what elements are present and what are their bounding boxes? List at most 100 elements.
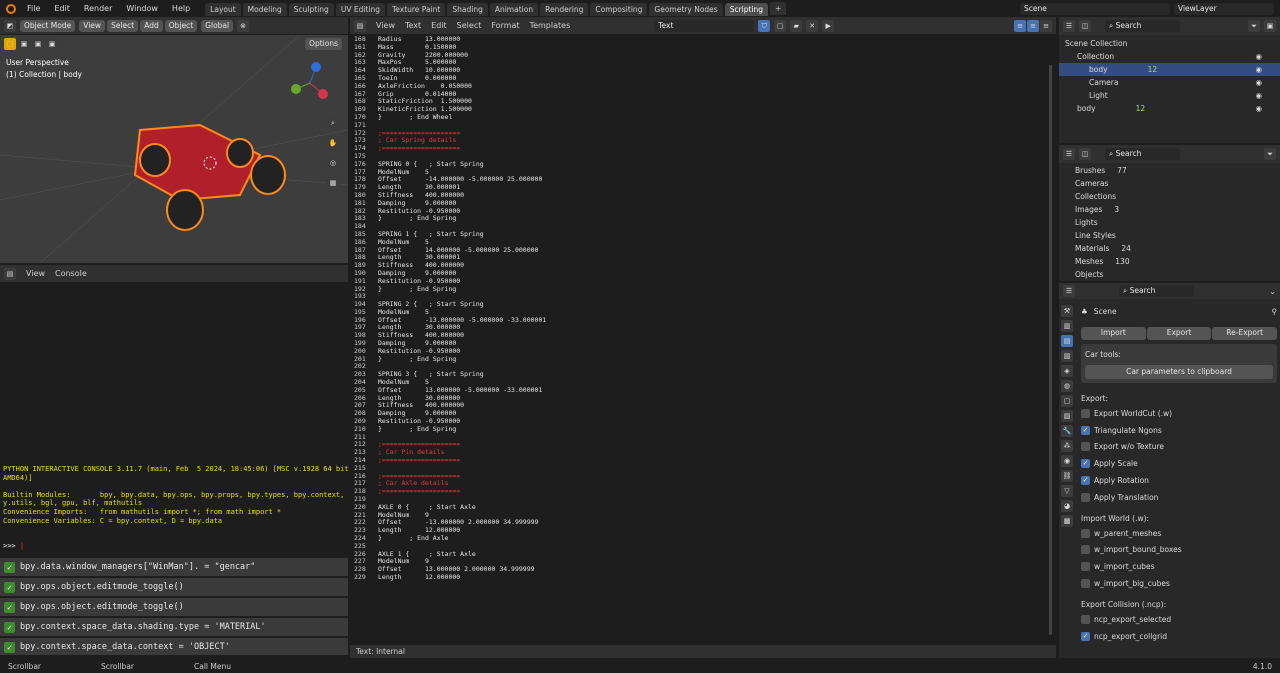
blend-display-mode-icon[interactable]: ◫ xyxy=(1079,148,1091,160)
syntax-highlight-icon[interactable]: ≡ xyxy=(1040,19,1052,32)
blend-search[interactable]: ⌕ Search xyxy=(1105,148,1180,160)
view-layer-tab-icon[interactable]: ▧ xyxy=(1061,350,1073,362)
checkbox[interactable] xyxy=(1081,528,1090,538)
text-menu-templates[interactable]: Templates xyxy=(530,21,571,30)
option-row[interactable]: w_import_big_cubes xyxy=(1081,575,1277,592)
transform-orientation[interactable]: Global xyxy=(201,19,234,32)
collection-tab-icon[interactable]: ▢ xyxy=(1061,395,1073,407)
particles-tab-icon[interactable]: ⁂ xyxy=(1061,440,1073,452)
tab-animation[interactable]: Animation xyxy=(489,3,539,16)
history-item[interactable]: ✓ bpy.ops.object.editmode_toggle() xyxy=(0,598,348,616)
tool-tab-icon[interactable]: ⚒ xyxy=(1061,305,1073,317)
outliner-type-icon[interactable]: ☰ xyxy=(1063,20,1075,32)
checkbox[interactable] xyxy=(1081,442,1090,452)
tab-sculpting[interactable]: Sculpting xyxy=(288,3,334,16)
text-menu-format[interactable]: Format xyxy=(491,21,519,30)
outliner-search[interactable]: ⌕ Search xyxy=(1105,20,1180,32)
outliner-item[interactable]: Collection ◉ xyxy=(1059,50,1280,63)
pan-hand-icon[interactable]: ✋ xyxy=(325,135,341,151)
camera-view-icon[interactable]: ◎ xyxy=(325,155,341,171)
text-menu-edit[interactable]: Edit xyxy=(431,21,447,30)
option-row[interactable]: ncp_export_selected xyxy=(1081,611,1277,628)
checkbox[interactable]: ✓ xyxy=(1081,631,1090,641)
console-prompt[interactable]: >>> | xyxy=(3,542,24,550)
blend-view-type-icon[interactable]: ☰ xyxy=(1063,148,1075,160)
text-datablock-name[interactable]: Text xyxy=(654,19,755,32)
checkbox[interactable] xyxy=(1081,408,1090,418)
fake-user-icon[interactable]: ⛉ xyxy=(758,19,771,32)
run-script-icon[interactable]: ▶ xyxy=(822,19,835,32)
blend-data-item[interactable]: Objects xyxy=(1059,268,1280,281)
viewport-menu-object[interactable]: Object xyxy=(164,19,198,32)
blend-data-item[interactable]: Cameras xyxy=(1059,177,1280,190)
checkbox[interactable] xyxy=(1081,545,1090,555)
history-item[interactable]: ✓ bpy.context.space_data.context = 'OBJEC… xyxy=(0,638,348,655)
outliner-item[interactable]: Camera ◉ xyxy=(1059,76,1280,89)
car-parameters-button[interactable]: Car parameters to clipboard xyxy=(1085,365,1273,379)
checkbox[interactable]: ✓ xyxy=(1081,459,1090,469)
expand-chevron-icon[interactable]: ⌄ xyxy=(1269,287,1276,296)
menu-help[interactable]: Help xyxy=(165,4,197,13)
scene-selector[interactable]: Scene xyxy=(1020,2,1170,15)
modifier-tab-icon[interactable]: 🔧 xyxy=(1061,425,1073,437)
blend-filter-icon[interactable]: ⏷ xyxy=(1264,148,1276,160)
view-layer-selector[interactable]: ViewLayer xyxy=(1174,2,1274,15)
blend-data-item[interactable]: Collections xyxy=(1059,190,1280,203)
unlink-text-icon[interactable]: ✕ xyxy=(806,19,819,32)
world-tab-icon[interactable]: ◍ xyxy=(1061,380,1073,392)
display-mode-icon[interactable]: ◫ xyxy=(1079,20,1091,32)
checkbox[interactable] xyxy=(1081,614,1090,624)
checkbox[interactable] xyxy=(1081,579,1090,589)
mode-selector[interactable]: Object Mode xyxy=(20,19,76,32)
viewport-menu-select[interactable]: Select xyxy=(107,19,139,32)
blend-data-item[interactable]: Brushes 77 xyxy=(1059,164,1280,177)
history-item[interactable]: ✓ bpy.data.window_managers["WinMan"]. = "… xyxy=(0,558,348,576)
new-text-icon[interactable]: ▢ xyxy=(774,19,787,32)
viewport-menu-view[interactable]: View xyxy=(79,19,106,32)
data-tab-icon[interactable]: ▽ xyxy=(1061,485,1073,497)
blender-logo-icon[interactable] xyxy=(6,3,16,14)
option-row[interactable]: ✓ Triangulate Ngons xyxy=(1081,422,1277,439)
navigation-gizmo[interactable] xyxy=(291,62,328,99)
outliner-item[interactable]: Light ◉ xyxy=(1059,89,1280,102)
zoom-icon[interactable]: ⌕ xyxy=(325,115,341,131)
add-workspace-button[interactable]: + xyxy=(770,2,787,15)
option-row[interactable]: ✓ Apply Scale xyxy=(1081,455,1277,472)
console-menu-view[interactable]: View xyxy=(26,269,45,278)
texture-tab-icon[interactable]: ▩ xyxy=(1061,515,1073,527)
text-editor[interactable]: 168 Radius 13.000000 161 Mass 0.150000 162 Gr… xyxy=(350,35,1056,643)
text-menu-select[interactable]: Select xyxy=(457,21,482,30)
checkbox[interactable] xyxy=(1081,492,1090,502)
tab-layout[interactable]: Layout xyxy=(205,3,241,16)
checkbox[interactable]: ✓ xyxy=(1081,425,1090,435)
tab-geometry-nodes[interactable]: Geometry Nodes xyxy=(649,3,723,16)
text-editor-icon[interactable]: ▤ xyxy=(354,19,366,32)
option-row[interactable]: w_parent_meshes xyxy=(1081,525,1277,542)
outliner-item[interactable]: body 12 ◉ xyxy=(1059,102,1280,115)
visibility-eye-icon[interactable]: ◉ xyxy=(1255,65,1262,74)
option-row[interactable]: ✓ Apply Rotation xyxy=(1081,472,1277,489)
tab-shading[interactable]: Shading xyxy=(447,3,488,16)
menu-window[interactable]: Window xyxy=(119,4,165,13)
history-item[interactable]: ✓ bpy.context.space_data.shading.type = '… xyxy=(0,618,348,636)
text-menu-text[interactable]: Text xyxy=(405,21,421,30)
checkbox[interactable]: ✓ xyxy=(1081,476,1090,486)
button-export[interactable]: Export xyxy=(1146,327,1212,340)
object-tab-icon[interactable]: ▨ xyxy=(1061,410,1073,422)
visibility-eye-icon[interactable]: ◉ xyxy=(1255,78,1262,87)
word-wrap-icon[interactable]: ≡ xyxy=(1027,19,1039,32)
blend-data-item[interactable]: Meshes 130 xyxy=(1059,255,1280,268)
tab-compositing[interactable]: Compositing xyxy=(590,3,648,16)
checkbox[interactable] xyxy=(1081,562,1090,572)
option-row[interactable]: ✓ ncp_export_collgrid xyxy=(1081,628,1277,645)
visibility-eye-icon[interactable]: ◉ xyxy=(1255,52,1262,61)
text-scrollbar[interactable] xyxy=(1049,65,1052,635)
menu-render[interactable]: Render xyxy=(77,4,119,13)
text-menu-view[interactable]: View xyxy=(376,21,395,30)
physics-tab-icon[interactable]: ◉ xyxy=(1061,455,1073,467)
blend-data-item[interactable]: Materials 24 xyxy=(1059,242,1280,255)
tab-texture-paint[interactable]: Texture Paint xyxy=(386,3,446,16)
outliner-item[interactable]: body 12 ◉ xyxy=(1059,63,1280,76)
material-tab-icon[interactable]: ◕ xyxy=(1061,500,1073,512)
properties-type-icon[interactable]: ☰ xyxy=(1063,285,1075,297)
